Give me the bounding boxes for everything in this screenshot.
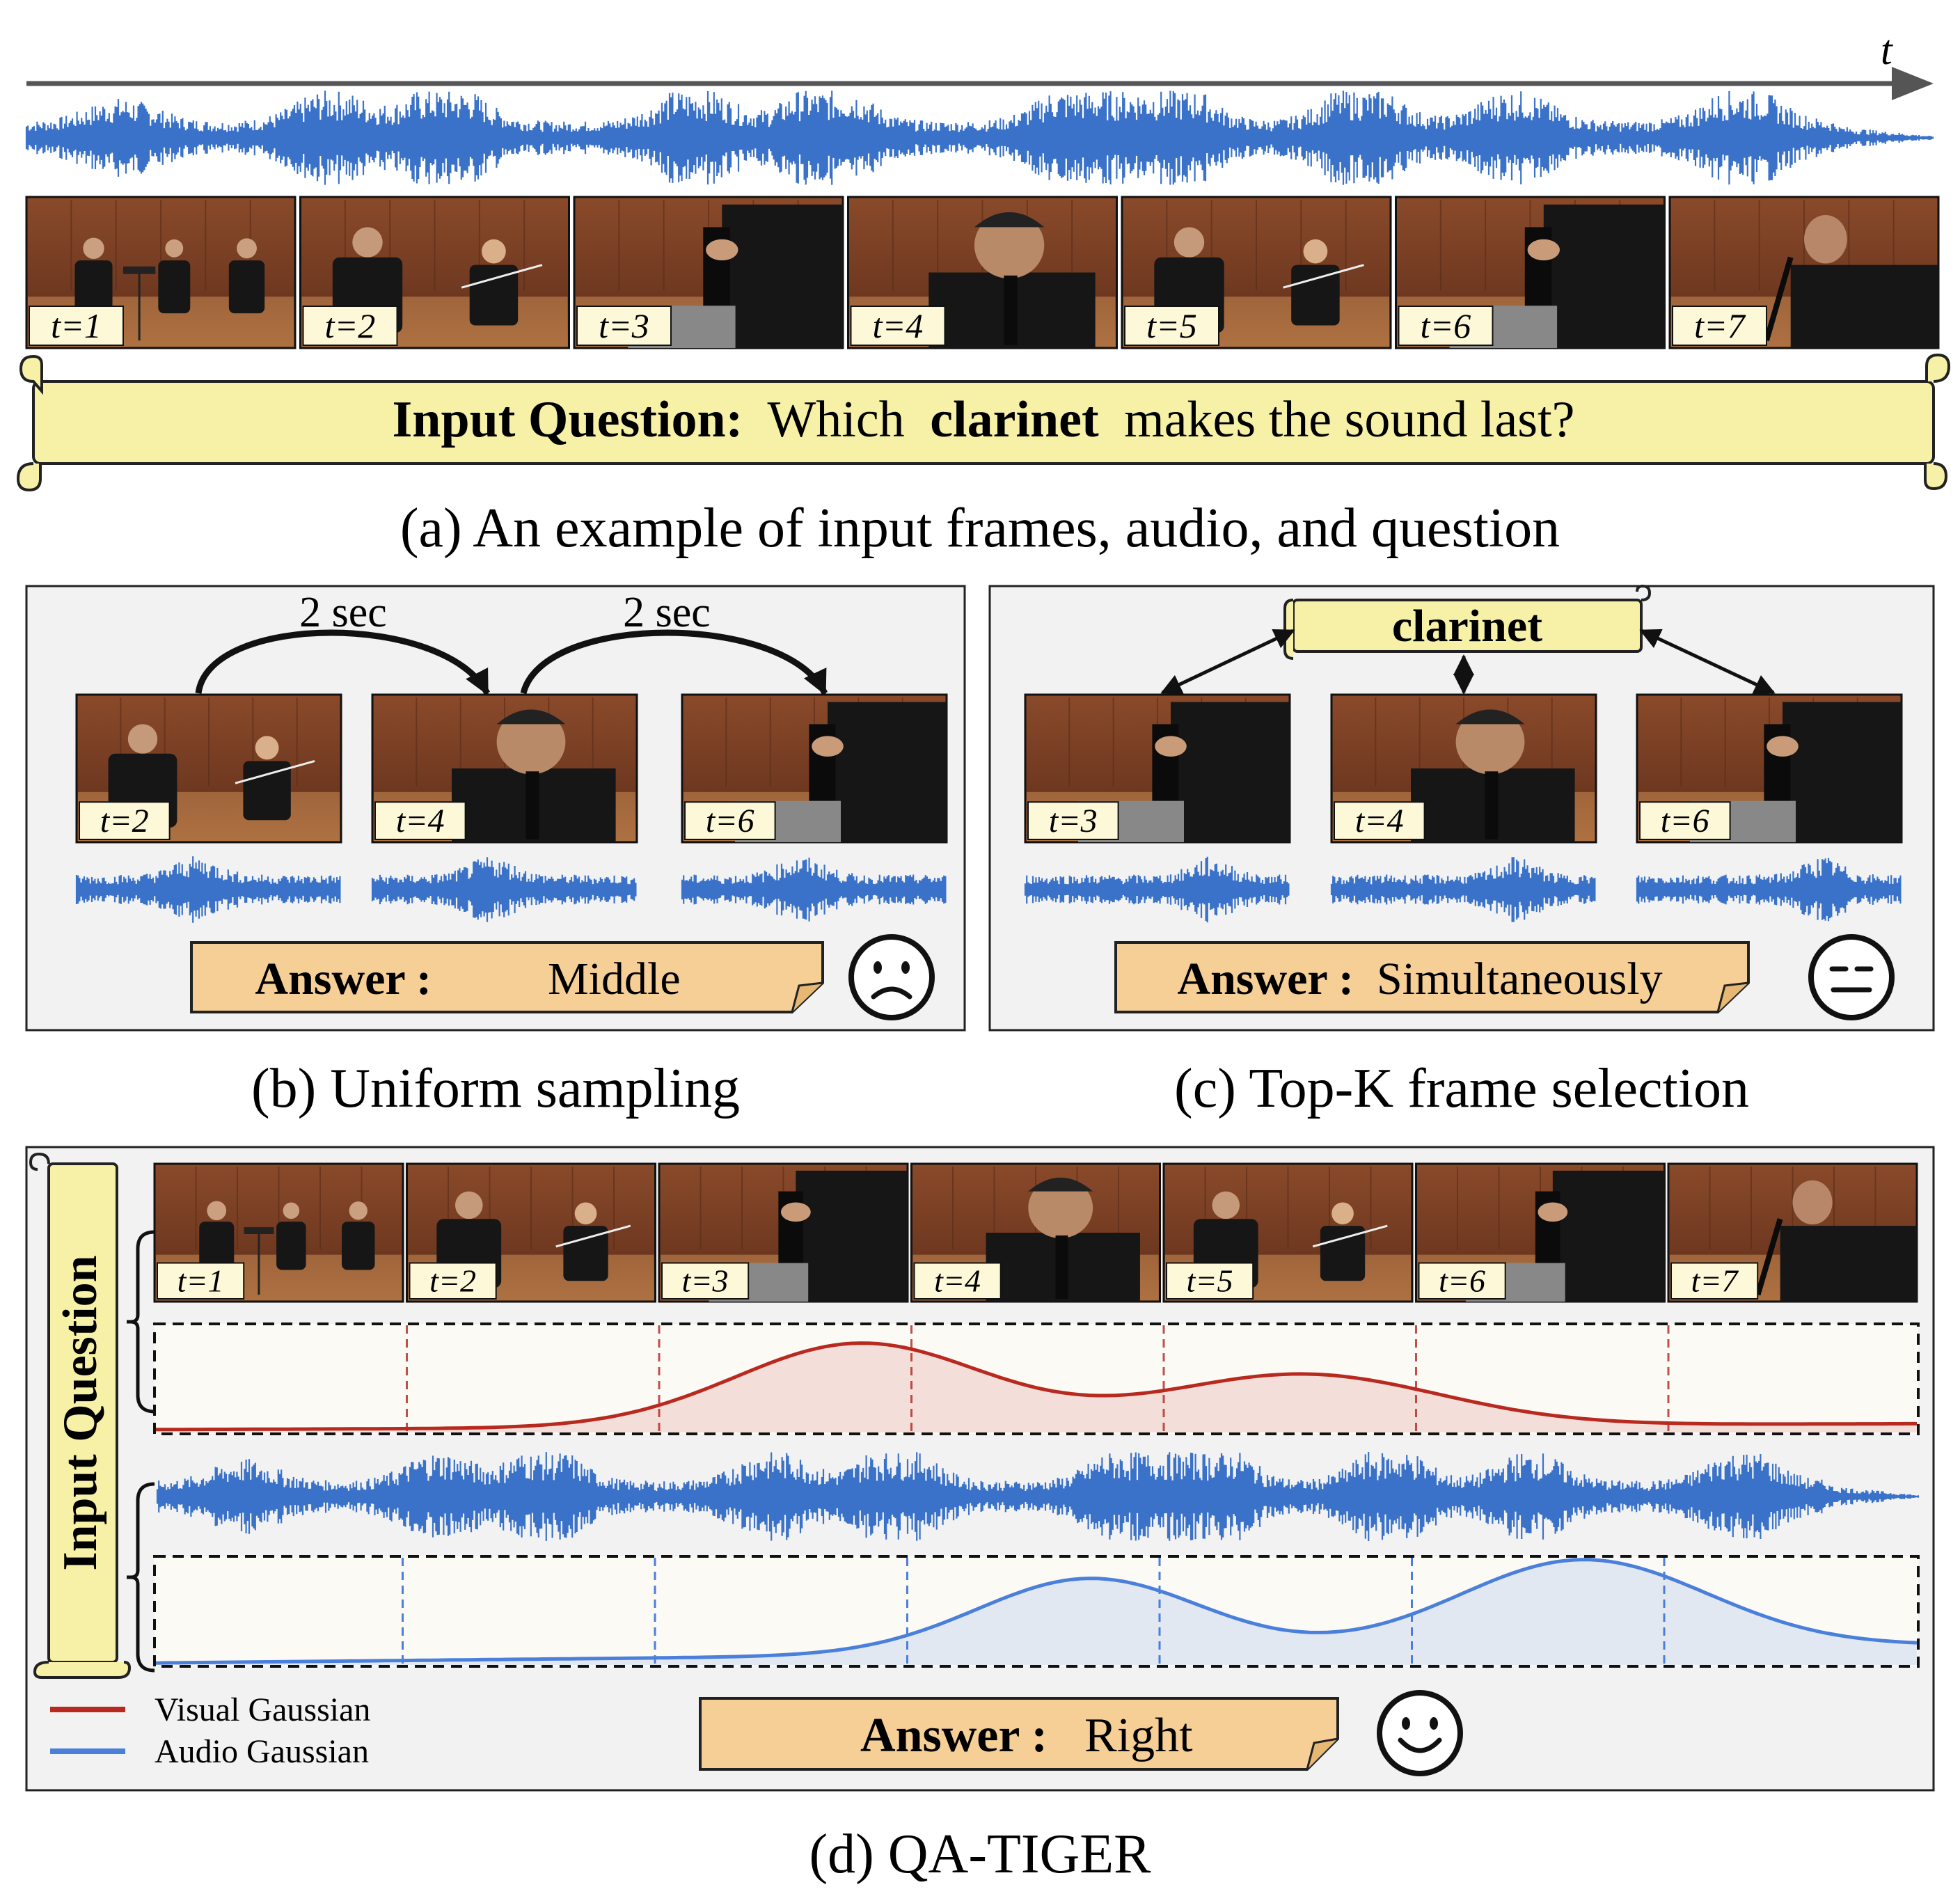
video-frame: t=4 <box>1330 693 1597 844</box>
caption-a: (a) An example of input frames, audio, a… <box>400 498 1560 559</box>
video-frame: t=1 <box>25 196 297 349</box>
video-frame: t=3 <box>573 196 844 349</box>
frame-time-label: t=7 <box>1694 306 1746 345</box>
video-frame: t=3 <box>1024 693 1291 844</box>
video-frame: t=2 <box>75 693 342 844</box>
question-scroll: Input Question: Which clarinet makes the… <box>16 353 1951 492</box>
video-frame: t=6 <box>681 693 948 844</box>
question-keyword: clarinet <box>930 391 1099 448</box>
answer-box-b: Answer : Middle <box>190 941 824 1013</box>
video-frame: t=4 <box>371 693 638 844</box>
video-frame: t=5 <box>1121 196 1392 349</box>
video-frame: t=2 <box>299 196 570 349</box>
keyword-label: clarinet <box>1392 601 1542 652</box>
frame-time-label: t=3 <box>1049 803 1098 839</box>
answer-label-c: Answer : <box>1177 954 1354 1004</box>
answer-box-d: Answer : Right <box>699 1697 1339 1771</box>
section-b-panel: 2 sec 2 sec t=2 t=4 t=6 Answer : Middle <box>25 585 966 1032</box>
video-frame: t=7 <box>1667 1162 1918 1303</box>
frame-time-label: t=1 <box>51 306 102 345</box>
video-frame: t=4 <box>847 196 1118 349</box>
frame-time-label: t=4 <box>934 1263 981 1299</box>
time-axis-arrowhead <box>1892 67 1934 100</box>
answer-box-c: Answer : Simultaneously <box>1114 941 1750 1013</box>
frame-time-label: t=3 <box>599 306 649 345</box>
frame-time-label: t=5 <box>1187 1263 1233 1299</box>
waveform-a <box>25 90 1934 185</box>
svg-text:Input Question: Which: Input Question: Which clarinet makes the… <box>393 391 1575 448</box>
video-frame: t=3 <box>658 1162 909 1303</box>
frame-strip: t=1 t=2 t=3 t=4 t=5 t=6 t=7 <box>25 196 1940 349</box>
video-frame: t=7 <box>1668 196 1940 349</box>
sad-face-icon <box>848 934 935 1020</box>
video-frame: t=2 <box>406 1162 656 1303</box>
section-c-panel: clarinet t=3 t=4 t=6 Answer : Simultaneous… <box>988 584 1935 1032</box>
answer-label-b: Answer : <box>255 954 432 1004</box>
question-prefix: Input Question: <box>393 391 743 448</box>
video-frame: t=1 <box>153 1162 404 1303</box>
audio-waveform <box>25 90 1934 185</box>
frame-time-label: t=6 <box>1421 306 1471 345</box>
frame-time-label: t=4 <box>873 306 924 345</box>
answer-value-b: Middle <box>548 954 681 1004</box>
topk-frames: t=3 t=4 t=6 <box>1024 693 1903 844</box>
question-text-post: makes the sound last? <box>1124 391 1574 448</box>
frame-time-label: t=6 <box>1439 1263 1485 1299</box>
caption-d: (d) QA-TIGER <box>809 1824 1152 1885</box>
video-frame: t=6 <box>1395 196 1666 349</box>
caption-b: (b) Uniform sampling <box>251 1058 740 1119</box>
frame-time-label: t=2 <box>429 1263 476 1299</box>
frame-time-label: t=4 <box>1355 803 1404 839</box>
sampled-frames: t=2 t=4 t=6 <box>75 693 948 844</box>
legend-audio-label: Audio Gaussian <box>155 1733 369 1770</box>
interval-label-1: 2 sec <box>299 589 387 636</box>
smiley-face-icon <box>1377 1690 1463 1776</box>
input-question-label: Input Question <box>54 1255 107 1570</box>
frame-time-label: t=6 <box>706 803 754 839</box>
qa-tiger-figure: t t=1 t=2 t=3 t=4 t=5 t=6 t=7 Input Question: … <box>16 27 1951 1885</box>
caption-c: (c) Top-K frame selection <box>1174 1058 1749 1119</box>
section-d-panel: Input Question t=1 t=2 t=3 t=4 t=5 t=6 t=7 Vis… <box>25 1146 1935 1792</box>
question-text-pre: Which <box>767 391 904 448</box>
frame-time-label: t=4 <box>396 803 445 839</box>
video-frame: t=6 <box>1636 693 1903 844</box>
frame-time-label: t=7 <box>1691 1263 1739 1299</box>
interval-label-2: 2 sec <box>623 589 711 636</box>
time-axis-label: t <box>1881 27 1893 73</box>
legend-visual-label: Visual Gaussian <box>155 1691 370 1728</box>
video-frame: t=6 <box>1415 1162 1666 1303</box>
frame-time-label: t=6 <box>1661 803 1709 839</box>
section-a: t t=1 t=2 t=3 t=4 t=5 t=6 t=7 Input Question: … <box>16 27 1951 559</box>
frame-time-label: t=5 <box>1146 306 1197 345</box>
frame-time-label: t=2 <box>325 306 376 345</box>
frame-time-label: t=3 <box>682 1263 729 1299</box>
video-frame: t=5 <box>1162 1162 1414 1303</box>
answer-label-d: Answer : <box>860 1709 1048 1762</box>
answer-value-d: Right <box>1084 1709 1193 1762</box>
frame-strip-d: t=1 t=2 t=3 t=4 t=5 t=6 t=7 <box>153 1162 1918 1303</box>
frame-time-label: t=1 <box>177 1263 224 1299</box>
frame-time-label: t=2 <box>100 803 149 839</box>
neutral-face-icon <box>1808 934 1895 1020</box>
video-frame: t=4 <box>910 1162 1161 1303</box>
answer-value-c: Simultaneously <box>1377 954 1663 1004</box>
